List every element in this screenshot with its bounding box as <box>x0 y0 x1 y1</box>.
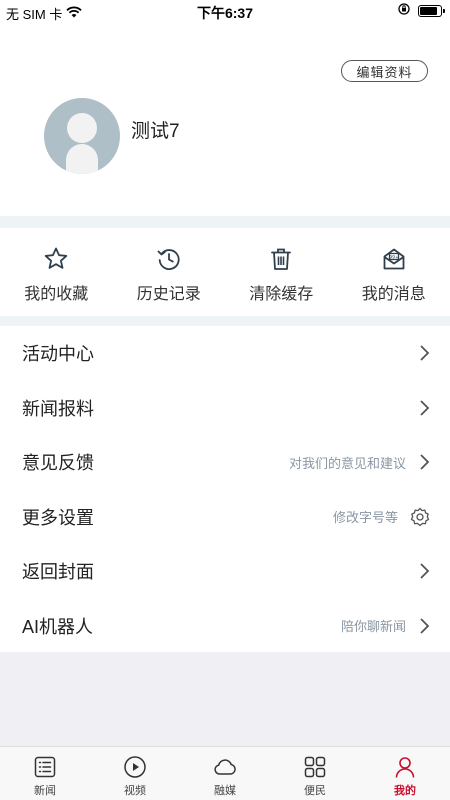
menu-ai-robot[interactable]: AI机器人 陪你聊新闻 <box>0 599 450 654</box>
status-time: 下午6:37 <box>196 5 254 21</box>
battery-fill <box>420 6 437 15</box>
trash-icon <box>271 248 292 270</box>
quick-messages[interactable]: 99+ 我的消息 <box>338 228 450 316</box>
menu-more-settings[interactable]: 更多设置 修改字号等 <box>0 490 450 545</box>
tab-news[interactable]: 新闻 <box>0 747 90 800</box>
menu-title: 更多设置 <box>22 507 94 528</box>
menu-hint: 对我们的意见和建议 <box>288 455 406 471</box>
empty-area <box>0 652 450 746</box>
menu-feedback[interactable]: 意见反馈 对我们的意见和建议 <box>0 435 450 490</box>
menu-title: AI机器人 <box>22 616 94 637</box>
tab-label: 便民 <box>304 785 326 797</box>
grid-icon <box>304 756 326 778</box>
quick-label: 清除缓存 <box>249 286 314 303</box>
news-list-icon <box>34 756 56 778</box>
cloud-icon <box>214 759 236 775</box>
tab-label: 新闻 <box>34 785 56 797</box>
gear-icon <box>410 507 430 526</box>
svg-text:99+: 99+ <box>389 254 399 260</box>
menu-title: 新闻报料 <box>22 398 94 419</box>
bottom-tab-bar: 新闻 视频 融媒 便民 我的 <box>0 746 450 800</box>
play-icon <box>124 756 146 778</box>
tab-label: 视频 <box>124 785 146 797</box>
chevron-right-icon <box>420 563 430 579</box>
menu-title: 活动中心 <box>22 344 94 365</box>
menu-title: 返回封面 <box>22 562 94 583</box>
avatar[interactable] <box>44 98 120 174</box>
tab-mine[interactable]: 我的 <box>360 747 450 800</box>
edit-profile-button[interactable]: 编辑资料 <box>341 60 428 82</box>
quick-label: 我的消息 <box>361 286 426 303</box>
username: 测试7 <box>131 121 180 142</box>
person-icon <box>395 757 415 778</box>
star-icon <box>45 247 68 269</box>
profile-section: 编辑资料 测试7 <box>0 24 450 216</box>
menu-title: 意见反馈 <box>22 453 94 474</box>
section-divider <box>0 216 450 228</box>
menu-hint: 修改字号等 <box>332 510 398 526</box>
menu-back-to-cover[interactable]: 返回封面 <box>0 544 450 599</box>
quick-history[interactable]: 历史记录 <box>113 228 226 316</box>
section-divider <box>0 316 450 326</box>
quick-favorites[interactable]: 我的收藏 <box>0 228 113 316</box>
battery-icon <box>418 4 445 17</box>
menu-news-tips[interactable]: 新闻报料 <box>0 381 450 436</box>
chevron-right-icon <box>420 345 430 361</box>
quick-label: 历史记录 <box>136 286 201 303</box>
orientation-lock-icon <box>398 3 410 18</box>
menu-hint: 陪你聊新闻 <box>340 619 406 635</box>
message-icon: 99+ <box>383 248 405 270</box>
tab-label: 融媒 <box>214 785 236 797</box>
quick-actions: 我的收藏 历史记录 清除缓存 99+ 我的消息 <box>0 228 450 316</box>
tab-services[interactable]: 便民 <box>270 747 360 800</box>
chevron-right-icon <box>420 454 430 470</box>
settings-menu: 活动中心 新闻报料 意见反馈 对我们的意见和建议 更多设置 修改字号等 返回封面… <box>0 326 450 653</box>
quick-label: 我的收藏 <box>24 286 89 303</box>
tab-media[interactable]: 融媒 <box>180 747 270 800</box>
tab-label: 我的 <box>394 785 416 797</box>
chevron-right-icon <box>420 400 430 416</box>
menu-activity-center[interactable]: 活动中心 <box>0 326 450 381</box>
history-icon <box>157 249 180 270</box>
tab-video[interactable]: 视频 <box>90 747 180 800</box>
chevron-right-icon <box>420 618 430 634</box>
status-bar: 无 SIM 卡 下午6:37 <box>0 0 450 24</box>
default-avatar-icon <box>66 113 98 174</box>
status-right <box>398 3 445 18</box>
quick-clear-cache[interactable]: 清除缓存 <box>225 228 338 316</box>
